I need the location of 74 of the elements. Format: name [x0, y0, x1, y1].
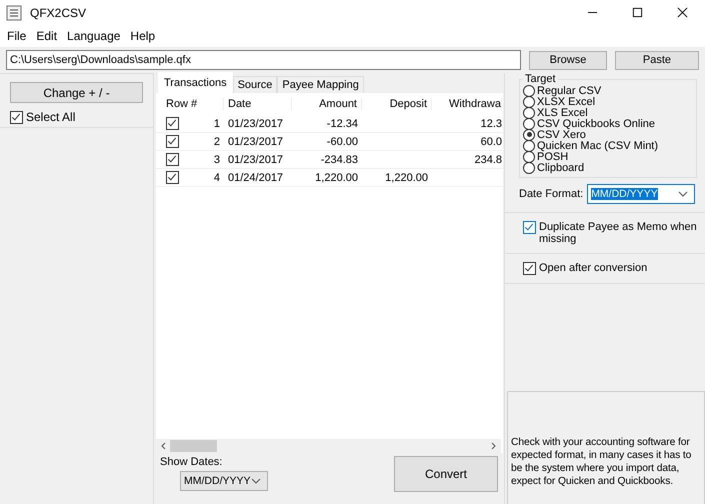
table-cell: 01/23/2017	[228, 154, 284, 166]
menu-item[interactable]: Help	[125, 29, 160, 43]
show-dates-label: Show Dates:	[160, 456, 224, 468]
table-cell: 3	[214, 154, 220, 166]
date-format-dropdown[interactable]: MM/DD/YYYY	[587, 184, 696, 204]
radio-button[interactable]	[523, 106, 535, 118]
radio-label: XLS Excel	[537, 106, 588, 118]
table-cell: 1	[214, 118, 220, 130]
radio-button[interactable]	[523, 84, 535, 96]
tab[interactable]: Transactions	[158, 72, 233, 93]
maximize-icon[interactable]	[632, 7, 643, 18]
table-cell: 1,220.00	[315, 172, 358, 184]
menu-item[interactable]: File	[2, 29, 32, 43]
row-checkbox[interactable]	[166, 153, 179, 166]
scroll-left-icon[interactable]	[160, 442, 166, 450]
tab[interactable]: Payee Mapping	[277, 76, 364, 93]
table-cell: 4	[214, 172, 220, 184]
scroll-thumb[interactable]	[170, 440, 217, 452]
target-title: Target	[524, 73, 557, 85]
radio-button[interactable]	[523, 118, 535, 130]
row-checkbox[interactable]	[166, 135, 179, 148]
option-checkbox[interactable]	[523, 221, 536, 234]
close-icon[interactable]	[677, 7, 688, 18]
radio-button[interactable]	[523, 96, 535, 108]
row-checkbox[interactable]	[166, 117, 179, 130]
table-cell: 234.8	[474, 154, 502, 166]
radio-label: Clipboard	[537, 162, 584, 174]
convert-button[interactable]: Convert	[394, 456, 498, 492]
column-header[interactable]: Withdrawa	[432, 98, 502, 110]
column-header[interactable]: Amount	[292, 98, 362, 110]
table-cell: 60.0	[480, 136, 502, 148]
radio-label: POSH	[537, 150, 568, 162]
change-button[interactable]: Change + / -	[10, 82, 143, 103]
caret-icon	[678, 191, 688, 197]
table-cell: 01/23/2017	[228, 136, 284, 148]
row-checkbox[interactable]	[166, 171, 179, 184]
path-field[interactable]: C:\Users\serg\Downloads\sample.qfx	[6, 50, 521, 70]
radio-label: Regular CSV	[537, 84, 602, 96]
radio-button[interactable]	[523, 162, 535, 174]
menu-item[interactable]: Edit	[31, 29, 62, 43]
option-label: Open after conversion	[539, 262, 648, 274]
path-button[interactable]: Browse	[529, 50, 607, 70]
table-cell: 2	[214, 136, 220, 148]
select-all-label: Select All	[26, 110, 76, 124]
radio-label: XLSX Excel	[537, 96, 596, 108]
option-label: Duplicate Payee as Memo when missing	[539, 221, 697, 245]
menu-item[interactable]: Language	[62, 29, 126, 43]
window-title: QFX2CSV	[30, 6, 86, 20]
column-header[interactable]: Deposit	[362, 98, 432, 110]
tab[interactable]: Source	[232, 76, 278, 93]
show-dates-dropdown[interactable]: MM/DD/YYYY	[180, 471, 268, 491]
option-checkbox[interactable]	[523, 262, 536, 275]
radio-button[interactable]	[523, 128, 535, 140]
table-cell: 01/24/2017	[228, 172, 284, 184]
date-format-label: Date Format:	[519, 188, 584, 200]
table-cell: 12.3	[480, 118, 502, 130]
scroll-right-icon[interactable]	[491, 442, 497, 450]
table-cell: 1,220.00	[385, 172, 428, 184]
radio-label: CSV Xero	[537, 128, 586, 140]
path-button[interactable]: Paste	[615, 50, 699, 70]
table-cell: -12.34	[326, 118, 358, 130]
table-cell: -234.83	[320, 154, 358, 166]
column-header[interactable]: Date	[224, 98, 292, 110]
radio-label: Quicken Mac (CSV Mint)	[537, 140, 658, 152]
app-icon	[6, 4, 22, 20]
info-text: Check with your accounting software for expected format, in many cases it has to be the system where you import data, expect for Quicken and Quickbooks.	[511, 436, 692, 488]
column-header[interactable]: Row #	[156, 98, 224, 110]
table-cell: 01/23/2017	[228, 118, 284, 130]
radio-button[interactable]	[523, 150, 535, 162]
caret-icon	[251, 478, 261, 484]
radio-label: CSV Quickbooks Online	[537, 118, 655, 130]
select-all-checkbox[interactable]	[10, 110, 23, 124]
table-cell: -60.00	[326, 136, 358, 148]
radio-button[interactable]	[523, 140, 535, 152]
